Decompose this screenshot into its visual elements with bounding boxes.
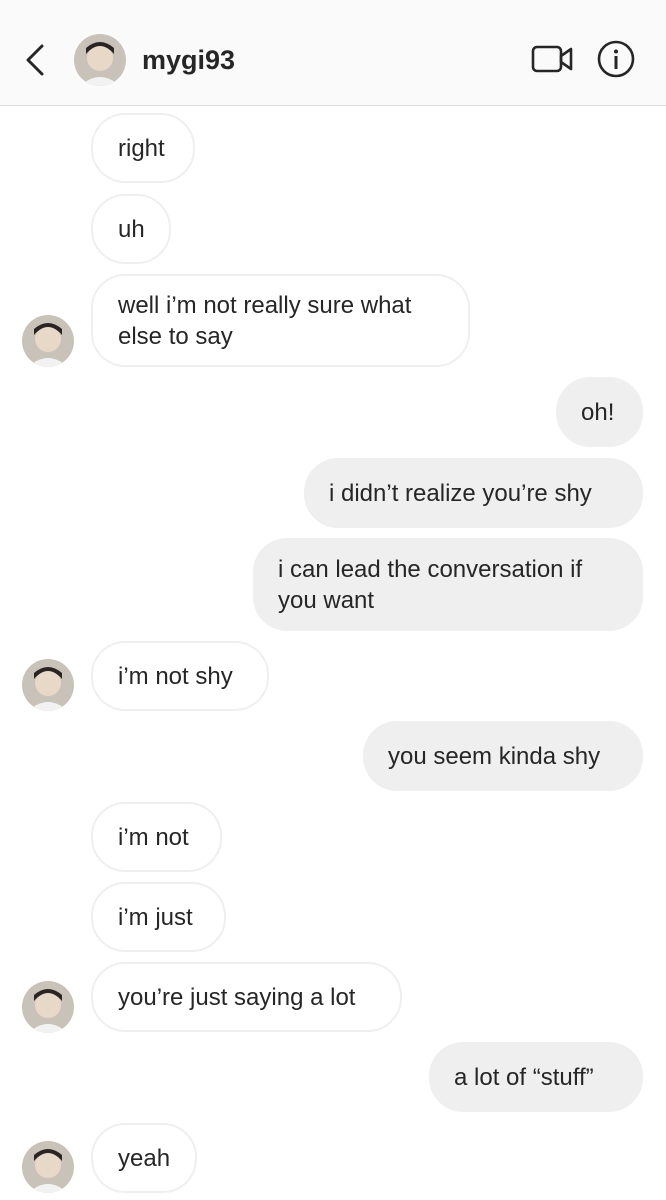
avatar: [22, 1141, 74, 1193]
chevron-left-icon[interactable]: [22, 42, 50, 78]
message-incoming: yeah: [91, 1123, 197, 1193]
message-text: you’re just saying a lot: [118, 983, 356, 1011]
message-text: a lot of “stuff”: [454, 1063, 594, 1091]
message-outgoing: i can lead the conversation if you want: [253, 538, 643, 631]
message-text: right: [118, 134, 165, 162]
message-text: yeah: [118, 1144, 171, 1172]
message-text: i can lead the conversation if you want: [278, 555, 583, 614]
message-outgoing: a lot of “stuff”: [429, 1042, 643, 1112]
chat-header: mygi93: [0, 0, 666, 106]
avatar: [22, 315, 74, 367]
message-text: i’m just: [118, 903, 193, 931]
avatar: [22, 981, 74, 1033]
avatar[interactable]: [74, 34, 126, 86]
username[interactable]: mygi93: [142, 44, 235, 76]
message-incoming: well i’m not really sure what else to sa…: [91, 274, 470, 367]
info-icon[interactable]: [597, 40, 635, 78]
message-text: you seem kinda shy: [388, 742, 601, 770]
avatar: [22, 659, 74, 711]
message-incoming: uh: [91, 194, 171, 264]
message-outgoing: you seem kinda shy: [363, 721, 643, 791]
video-camera-icon[interactable]: [531, 43, 573, 75]
message-incoming: i’m not: [91, 802, 222, 872]
message-text: i’m not: [118, 823, 189, 851]
message-text: uh: [118, 215, 145, 243]
message-outgoing: i didn’t realize you’re shy: [304, 458, 643, 528]
message-text: i didn’t realize you’re shy: [329, 479, 592, 507]
message-text: i’m not shy: [118, 662, 233, 690]
message-incoming: you’re just saying a lot: [91, 962, 402, 1032]
message-outgoing: oh!: [556, 377, 643, 447]
message-incoming: i’m not shy: [91, 641, 269, 711]
message-incoming: right: [91, 113, 195, 183]
message-text: oh!: [581, 398, 615, 426]
message-text: well i’m not really sure what else to sa…: [118, 291, 412, 350]
message-incoming: i’m just: [91, 882, 226, 952]
